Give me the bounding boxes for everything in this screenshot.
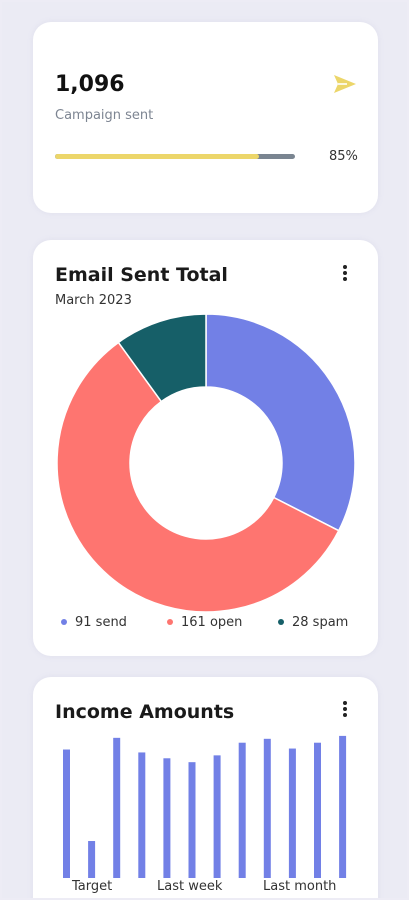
send-icon xyxy=(334,75,356,93)
legend-label-open: 161 open xyxy=(181,615,243,630)
income-bar xyxy=(213,755,221,878)
x-label-last-month: Last month xyxy=(263,879,337,894)
email-sent-subtitle: March 2023 xyxy=(55,293,132,308)
income-bar xyxy=(288,748,296,878)
email-sent-card: Email Sent Total March 2023 91 send 161 … xyxy=(33,240,378,656)
legend-dot-send xyxy=(61,618,67,625)
income-bar xyxy=(188,762,196,878)
legend-item-open: 161 open xyxy=(167,615,242,630)
campaign-label: Campaign sent xyxy=(55,108,154,123)
income-bar xyxy=(238,742,246,878)
income-bar xyxy=(63,749,70,878)
email-donut-chart xyxy=(56,313,356,613)
income-bar xyxy=(263,738,271,878)
income-bar xyxy=(314,742,321,878)
email-chart-legend: 91 send 161 open 28 spam xyxy=(61,615,361,635)
income-bar-chart xyxy=(63,735,347,878)
income-bar xyxy=(88,841,96,878)
legend-item-send: 91 send xyxy=(61,615,127,630)
more-vertical-icon[interactable] xyxy=(340,265,350,283)
legend-label-spam: 28 spam xyxy=(292,615,349,630)
legend-label-send: 91 send xyxy=(75,615,127,630)
income-bar xyxy=(138,752,146,878)
campaign-progress-label: 85% xyxy=(329,149,358,164)
donut-slice-send xyxy=(205,313,356,532)
app-frame: 1,096 Campaign sent 85% Email Sent Total… xyxy=(2,2,407,898)
campaign-progress-fill xyxy=(55,154,259,159)
campaign-count: 1,096 xyxy=(55,72,125,97)
income-bar xyxy=(113,737,121,878)
campaign-card: 1,096 Campaign sent 85% xyxy=(33,22,378,213)
legend-dot-open xyxy=(167,618,173,625)
legend-item-spam: 28 spam xyxy=(278,615,348,630)
email-sent-title: Email Sent Total xyxy=(55,264,228,286)
legend-dot-spam xyxy=(278,618,284,625)
income-card: Income Amounts Target Last week Last mon… xyxy=(33,677,378,898)
income-bar xyxy=(339,735,347,878)
campaign-progress-bar xyxy=(55,154,295,159)
income-bar xyxy=(163,758,171,878)
x-label-target: Target xyxy=(72,879,113,894)
x-label-last-week: Last week xyxy=(157,879,223,894)
